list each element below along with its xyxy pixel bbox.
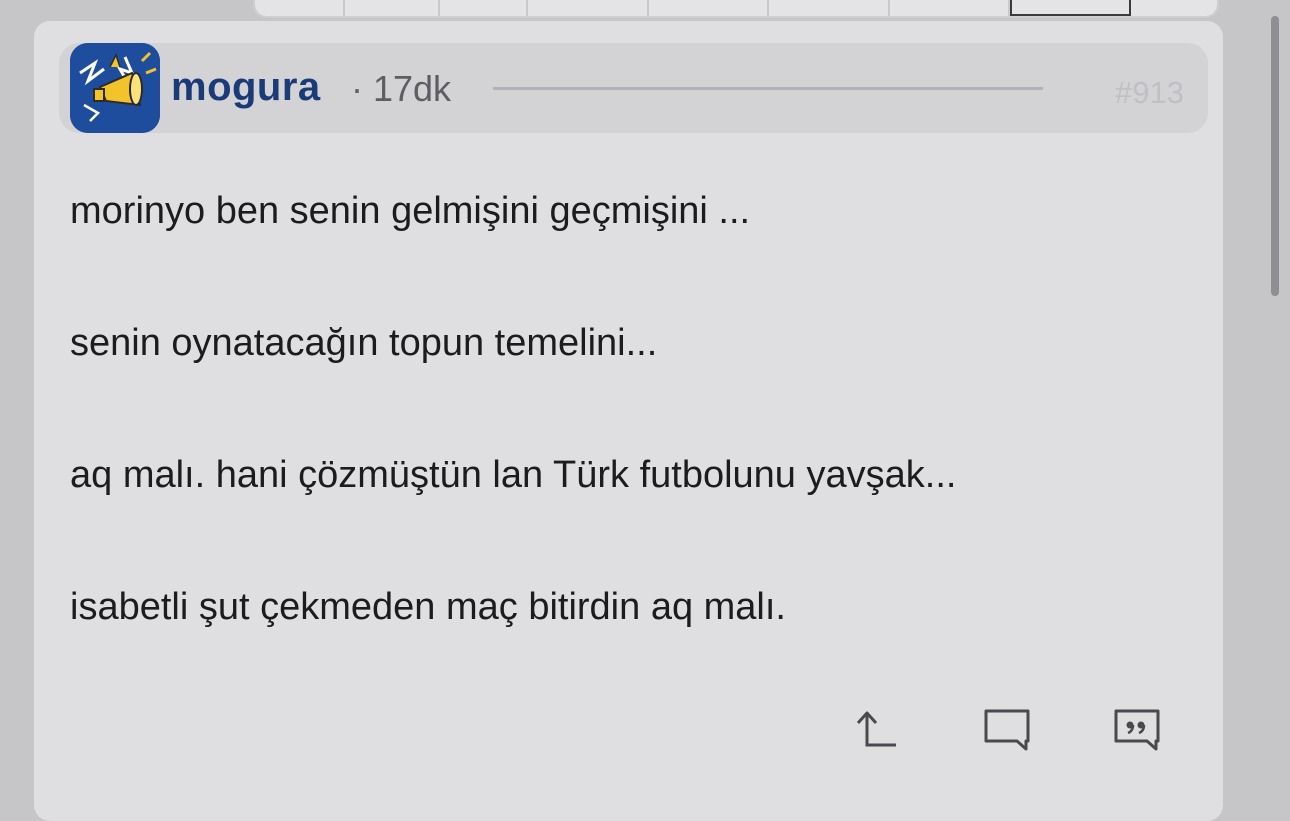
post-number[interactable]: #913 xyxy=(1115,75,1184,111)
post-text-line: morinyo ben senin gelmişini geçmişini ..… xyxy=(70,190,751,232)
page-cell[interactable] xyxy=(649,0,769,16)
page-cell-active[interactable] xyxy=(1010,0,1131,16)
share-icon xyxy=(856,711,896,747)
post-card: mogura · 17dk #913 morinyo ben senin gel… xyxy=(34,21,1223,821)
page-cell[interactable] xyxy=(528,0,649,16)
user-avatar[interactable] xyxy=(70,43,160,133)
quote-icon xyxy=(1114,709,1160,751)
page-cell[interactable] xyxy=(890,0,1010,16)
post-username[interactable]: mogura xyxy=(171,65,321,110)
comment-icon xyxy=(984,709,1030,751)
page-cell[interactable] xyxy=(345,0,440,16)
quote-button[interactable] xyxy=(1112,705,1162,755)
post-body: morinyo ben senin gelmişini geçmişini ..… xyxy=(70,189,1190,717)
post-text-line: senin oynatacağın topun temelini... xyxy=(70,322,658,364)
post-text-line: isabetli şut çekmeden maç bitirdin aq ma… xyxy=(70,586,786,628)
page-cell[interactable] xyxy=(769,0,890,16)
post-header: mogura · 17dk #913 xyxy=(59,43,1208,133)
scrollbar-thumb[interactable] xyxy=(1271,16,1279,296)
reply-button[interactable] xyxy=(982,705,1032,755)
page-cell[interactable] xyxy=(255,0,345,16)
header-divider xyxy=(493,87,1043,90)
post-time: · 17dk xyxy=(351,68,452,109)
page-cell[interactable] xyxy=(440,0,528,16)
post-text-line: aq malı. hani çözmüştün lan Türk futbolu… xyxy=(70,454,957,496)
megaphone-avatar-icon xyxy=(70,43,160,133)
pagination-strip xyxy=(253,0,1219,18)
share-button[interactable] xyxy=(848,705,898,755)
page-cell[interactable] xyxy=(1131,0,1217,16)
